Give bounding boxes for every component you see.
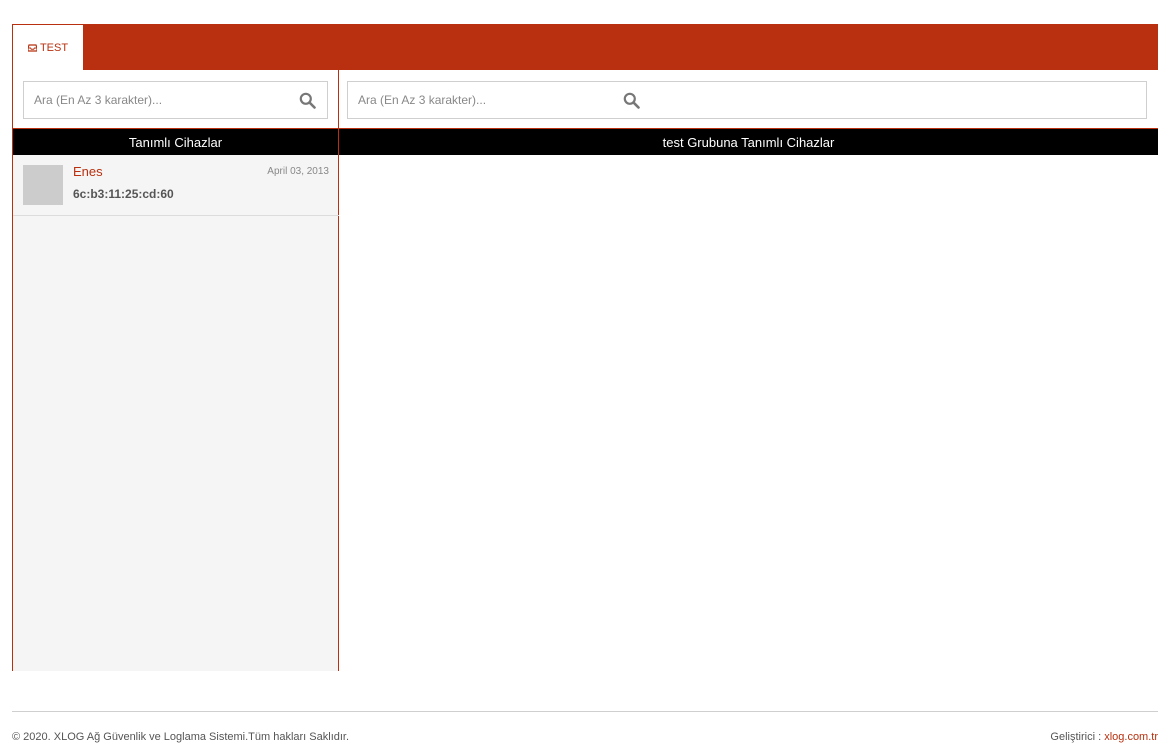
defined-devices-column: Tanımlı Cihazlar Enes 6c:b3:11:25:cd:60 …	[13, 70, 339, 671]
right-search-input[interactable]	[348, 82, 1146, 118]
device-avatar	[23, 165, 63, 205]
device-name: Enes	[73, 164, 103, 179]
device-date: April 03, 2013	[267, 166, 329, 177]
device-mac: 6c:b3:11:25:cd:60	[73, 187, 174, 201]
left-search-area	[13, 70, 338, 129]
search-icon[interactable]	[621, 90, 641, 110]
footer-developer: Geliştirici : xlog.com.tr	[1050, 731, 1158, 743]
right-search-box	[347, 81, 1147, 119]
footer-divider	[12, 711, 1158, 712]
tab-bar: TEST	[13, 25, 1157, 71]
tab-test[interactable]: TEST	[13, 25, 83, 71]
footer-copyright: © 2020. XLOG Ağ Güvenlik ve Loglama Sist…	[12, 731, 350, 743]
tab-test-label: TEST	[39, 42, 69, 54]
left-search-box	[23, 81, 328, 119]
developer-link[interactable]: xlog.com.tr	[1104, 731, 1158, 743]
left-search-input[interactable]	[24, 82, 327, 118]
group-devices-column: test Grubuna Tanımlı Cihazlar	[339, 70, 1158, 671]
inbox-icon	[27, 44, 37, 52]
defined-devices-header: Tanımlı Cihazlar	[13, 129, 338, 155]
device-list-item[interactable]: Enes 6c:b3:11:25:cd:60 April 03, 2013	[13, 155, 339, 216]
search-icon[interactable]	[297, 90, 317, 110]
group-devices-header: test Grubuna Tanımlı Cihazlar	[339, 129, 1158, 155]
developer-label: Geliştirici :	[1050, 731, 1105, 743]
main-panel: TEST Tanımlı Cihazlar Enes 6c:b3:11:25:c…	[12, 24, 1158, 671]
right-search-area	[339, 70, 1158, 129]
